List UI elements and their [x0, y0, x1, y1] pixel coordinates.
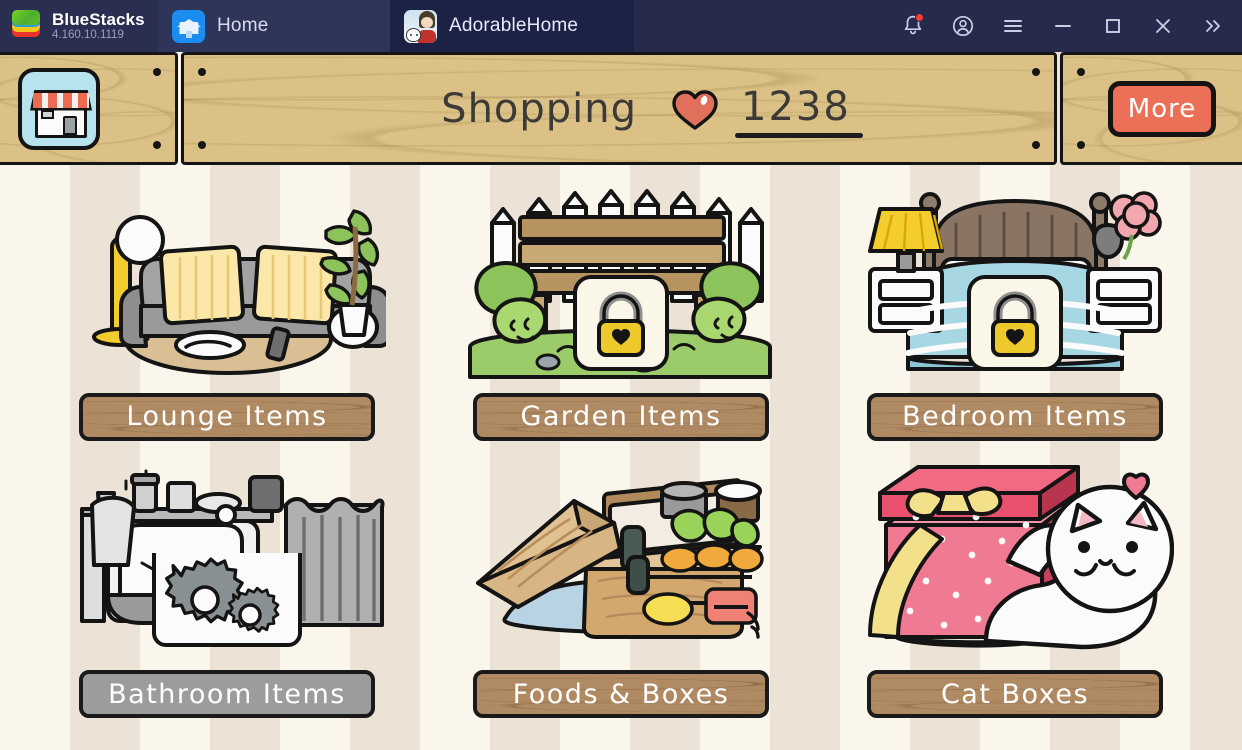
- notification-badge: [915, 13, 924, 22]
- game-viewport: Shopping 1238 More Lounge Items Garden I…: [0, 52, 1242, 750]
- brand-name: BlueStacks: [52, 9, 145, 29]
- category-card-catbox[interactable]: Cat Boxes: [818, 457, 1212, 735]
- close-button[interactable]: [1138, 0, 1188, 52]
- topbar-plank-center: Shopping 1238: [181, 52, 1057, 165]
- category-label-lounge: Lounge Items: [126, 401, 328, 432]
- titlebar-spacer: [634, 0, 888, 52]
- tab-adorablehome-label: AdorableHome: [449, 15, 579, 36]
- maintenance-overlay-bathroom: [152, 534, 302, 654]
- category-label-bathroom: Bathroom Items: [108, 678, 346, 710]
- window-controls: [888, 0, 1242, 52]
- category-plate-lounge: Lounge Items: [79, 392, 375, 441]
- category-plate-catbox: Cat Boxes: [867, 670, 1163, 718]
- tab-strip: Home AdorableHome: [158, 0, 634, 52]
- category-card-foods[interactable]: Foods & Boxes: [424, 457, 818, 735]
- category-plate-foods: Foods & Boxes: [473, 670, 769, 718]
- bluestacks-logo-icon: [10, 9, 44, 43]
- account-button[interactable]: [938, 0, 988, 52]
- category-card-lounge[interactable]: Lounge Items: [30, 179, 424, 457]
- tab-home-label: Home: [217, 15, 269, 36]
- heart-icon: [671, 87, 719, 131]
- category-label-bedroom: Bedroom Items: [902, 401, 1128, 432]
- lounge-artwork: [68, 187, 386, 387]
- foods-artwork: [462, 465, 780, 665]
- maximize-button[interactable]: [1088, 0, 1138, 52]
- catbox-artwork: [856, 464, 1174, 665]
- shop-house-icon[interactable]: [18, 67, 100, 150]
- tab-home[interactable]: Home: [158, 0, 390, 52]
- bluestacks-brand: BlueStacks 4.160.10.1119: [0, 0, 158, 52]
- category-plate-bedroom: Bedroom Items: [867, 392, 1163, 441]
- tab-adorablehome[interactable]: AdorableHome: [390, 0, 634, 52]
- category-grid: Lounge Items Garden Items Bedroom Items …: [0, 165, 1242, 750]
- category-label-foods: Foods & Boxes: [512, 678, 730, 710]
- expand-button[interactable]: [1188, 0, 1238, 52]
- category-card-bedroom[interactable]: Bedroom Items: [818, 179, 1212, 457]
- category-card-bathroom[interactable]: Bathroom Items: [30, 457, 424, 735]
- home-icon: [172, 9, 205, 43]
- game-avatar-icon: [404, 9, 437, 43]
- topbar-plank-right: More: [1060, 52, 1242, 165]
- game-topbar: Shopping 1238 More: [0, 52, 1242, 165]
- lock-overlay-bedroom: [967, 275, 1063, 376]
- menu-button[interactable]: [988, 0, 1038, 52]
- category-plate-garden: Garden Items: [473, 392, 769, 441]
- lock-overlay-garden: [573, 275, 669, 376]
- category-plate-bathroom: Bathroom Items: [79, 670, 375, 718]
- category-label-catbox: Cat Boxes: [940, 678, 1090, 710]
- page-title: Shopping: [441, 85, 638, 132]
- currency-display: 1238: [671, 84, 863, 138]
- notifications-button[interactable]: [888, 0, 938, 52]
- heart-count: 1238: [735, 84, 863, 138]
- bluestacks-titlebar: BlueStacks 4.160.10.1119 Home AdorableHo…: [0, 0, 1242, 52]
- category-card-garden[interactable]: Garden Items: [424, 179, 818, 457]
- minimize-button[interactable]: [1038, 0, 1088, 52]
- brand-version: 4.160.10.1119: [52, 29, 124, 42]
- more-button[interactable]: More: [1108, 80, 1216, 137]
- category-label-garden: Garden Items: [520, 401, 722, 432]
- topbar-plank-left: [0, 52, 178, 165]
